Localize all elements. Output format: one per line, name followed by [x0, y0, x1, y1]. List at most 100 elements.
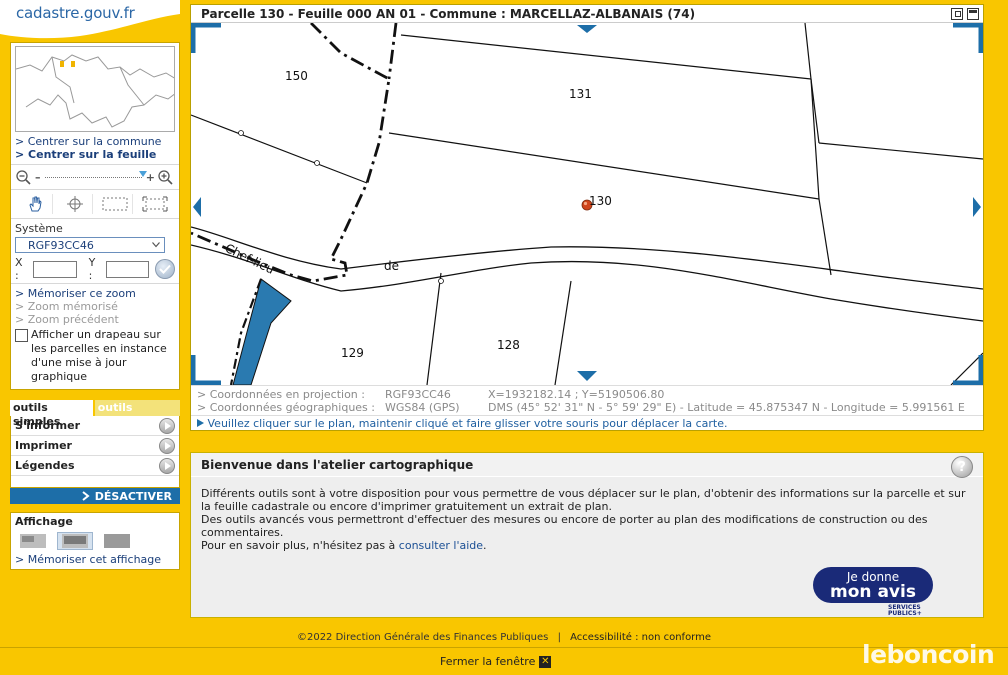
flag-checkbox[interactable] — [15, 329, 28, 342]
memoriser-zoom-link[interactable]: > Mémoriser ce zoom — [15, 287, 175, 300]
map-title: Parcelle 130 - Feuille 000 AN 01 - Commu… — [201, 6, 696, 21]
coordinates-readout: > Coordonnées en projection : RGF93CC46 … — [191, 385, 983, 415]
left-panel: > Centrer sur la commune > Centrer sur l… — [10, 42, 180, 570]
tool-tabs: outils simples outils avancés — [10, 400, 180, 428]
x-input[interactable] — [33, 260, 77, 278]
layout-small-icon — [20, 534, 46, 548]
zoom-extent-tool[interactable] — [137, 194, 173, 214]
tool-legendes[interactable]: Légendes — [11, 456, 179, 476]
welcome-paragraph-2: Des outils avancés vous permettront d'ef… — [201, 513, 928, 539]
y-label: Y : — [88, 256, 96, 282]
zoom-in-icon[interactable] — [157, 169, 175, 185]
accessibility-link[interactable]: Accessibilité : non conforme — [570, 632, 711, 643]
zoom-out-icon[interactable] — [15, 169, 33, 185]
zoom-slider-thumb[interactable] — [138, 171, 147, 177]
welcome-panel: Bienvenue dans l'atelier cartographique … — [190, 452, 984, 618]
parcel-label-150[interactable]: 150 — [285, 69, 308, 83]
parcel-label-131[interactable]: 131 — [569, 87, 592, 101]
map-title-bar: Parcelle 130 - Feuille 000 AN 01 - Commu… — [191, 5, 983, 23]
pan-down-icon — [577, 371, 597, 381]
center-commune-link[interactable]: > Centrer sur la commune — [15, 135, 175, 148]
deactivate-label: DÉSACTIVER — [94, 489, 172, 503]
flag-label: Afficher un drapeau sur les parcelles en… — [31, 328, 167, 383]
parcel-label-130[interactable]: 130 — [589, 194, 612, 208]
overview-minimap[interactable] — [15, 46, 175, 132]
tool-legendes-label: Légendes — [15, 459, 75, 472]
parcel-label-128[interactable]: 128 — [497, 338, 520, 352]
tool-imprimer-label: Imprimer — [15, 439, 72, 452]
map-tool-row — [15, 193, 175, 215]
zoom-box-tool[interactable] — [97, 194, 133, 214]
play-arrow-icon — [197, 419, 204, 427]
zoom-slider[interactable] — [43, 171, 147, 183]
affichage-title: Affichage — [15, 515, 73, 528]
geo-coords-system: WGS84 (GPS) — [385, 401, 460, 414]
tool-sinformer[interactable]: S'informer — [11, 416, 179, 436]
layout-full-icon — [104, 534, 130, 548]
center-tool[interactable] — [57, 194, 93, 214]
zoom-memorise-link: > Zoom mémorisé — [15, 300, 118, 313]
tab-outils-simples[interactable]: outils simples — [10, 400, 93, 428]
help-icon[interactable]: ? — [951, 456, 973, 478]
zoom-precedent-link: > Zoom précédent — [15, 313, 119, 326]
cadastre-logo[interactable]: cadastre.gouv.fr — [0, 0, 180, 40]
y-input[interactable] — [106, 260, 150, 278]
center-feuille-link[interactable]: > Centrer sur la feuille — [15, 148, 175, 161]
arrow-right-icon — [159, 437, 175, 454]
layout-medium-icon — [62, 534, 88, 548]
donner-avis-button[interactable]: Je donne mon avis — [813, 567, 933, 603]
footer-divider: | — [557, 632, 561, 643]
welcome-help-suffix: . — [483, 539, 487, 552]
cadastral-map[interactable]: 150 131 130 129 128 Chef-lieu de — [191, 23, 983, 385]
street-label-de: de — [384, 259, 399, 273]
zoom-control: – + — [15, 168, 175, 186]
pan-up-icon — [577, 25, 597, 33]
map-drawing — [191, 23, 983, 385]
checkmark-icon — [159, 264, 171, 274]
welcome-title: Bienvenue dans l'atelier cartographique — [191, 453, 983, 477]
close-window-label: Fermer la fenêtre — [440, 655, 536, 668]
affichage-box: Affichage > Mémoriser cet affichage — [10, 512, 180, 570]
flag-option: Afficher un drapeau sur les parcelles en… — [15, 328, 175, 384]
leboncoin-watermark: leboncoin — [862, 640, 995, 669]
close-window-link[interactable]: Fermer la fenêtre ✕ — [440, 655, 552, 668]
systeme-label: Système — [15, 222, 63, 235]
pan-left-icon — [193, 197, 201, 217]
hand-icon — [28, 196, 42, 212]
zoom-plus-icon[interactable]: + — [146, 171, 155, 184]
restore-window-icon[interactable] — [951, 7, 963, 20]
tab-outils-avances[interactable]: outils avancés — [94, 400, 180, 428]
simple-tools-box: S'informer Imprimer Légendes — [10, 416, 180, 488]
chevron-down-icon — [152, 242, 160, 248]
maximize-window-icon[interactable] — [967, 7, 979, 20]
systeme-select[interactable]: RGF93CC46 — [15, 237, 165, 253]
layout-full-map-button[interactable] — [99, 532, 135, 550]
zoom-minus-icon[interactable]: – — [35, 171, 41, 184]
zoom-memorise-label: Zoom mémorisé — [27, 300, 118, 313]
select-box-icon — [102, 197, 127, 211]
layout-medium-map-button[interactable] — [57, 532, 93, 550]
memoriser-affichage-label: Mémoriser cet affichage — [27, 553, 162, 566]
zoom-extent-icon — [142, 196, 168, 212]
map-hint: Veuillez cliquer sur le plan, maintenir … — [191, 415, 983, 431]
geo-coords-value: DMS (45° 52' 31" N - 5° 59' 29" E) - Lat… — [488, 401, 965, 414]
services-publics-logo: SERVICES PUBLICS+ — [888, 605, 922, 617]
logo-text: cadastre.gouv.fr — [16, 4, 135, 22]
welcome-paragraph-3: Pour en savoir plus, n'hésitez pas à con… — [201, 539, 973, 552]
consulter-aide-link[interactable]: consulter l'aide — [399, 539, 483, 552]
map-hint-text: Veuillez cliquer sur le plan, maintenir … — [207, 417, 728, 430]
center-commune-label: Centrer sur la commune — [27, 135, 162, 148]
memoriser-affichage-link[interactable]: > Mémoriser cet affichage — [15, 553, 175, 566]
parcel-label-129[interactable]: 129 — [341, 346, 364, 360]
tool-imprimer[interactable]: Imprimer — [11, 436, 179, 456]
proj-coords-value: X=1932182.14 ; Y=5190506.80 — [488, 388, 665, 401]
deactivate-button[interactable]: DÉSACTIVER — [10, 488, 180, 504]
zoom-precedent-label: Zoom précédent — [27, 313, 119, 326]
coordinate-entry: X : Y : — [15, 256, 175, 282]
pan-tool[interactable] — [17, 194, 53, 214]
map-panel: Parcelle 130 - Feuille 000 AN 01 - Commu… — [190, 4, 984, 431]
x-label: X : — [15, 256, 23, 282]
validate-coords-button[interactable] — [155, 259, 175, 279]
layout-small-map-button[interactable] — [15, 532, 51, 550]
geo-coords-label: > Coordonnées géographiques : — [197, 401, 375, 414]
